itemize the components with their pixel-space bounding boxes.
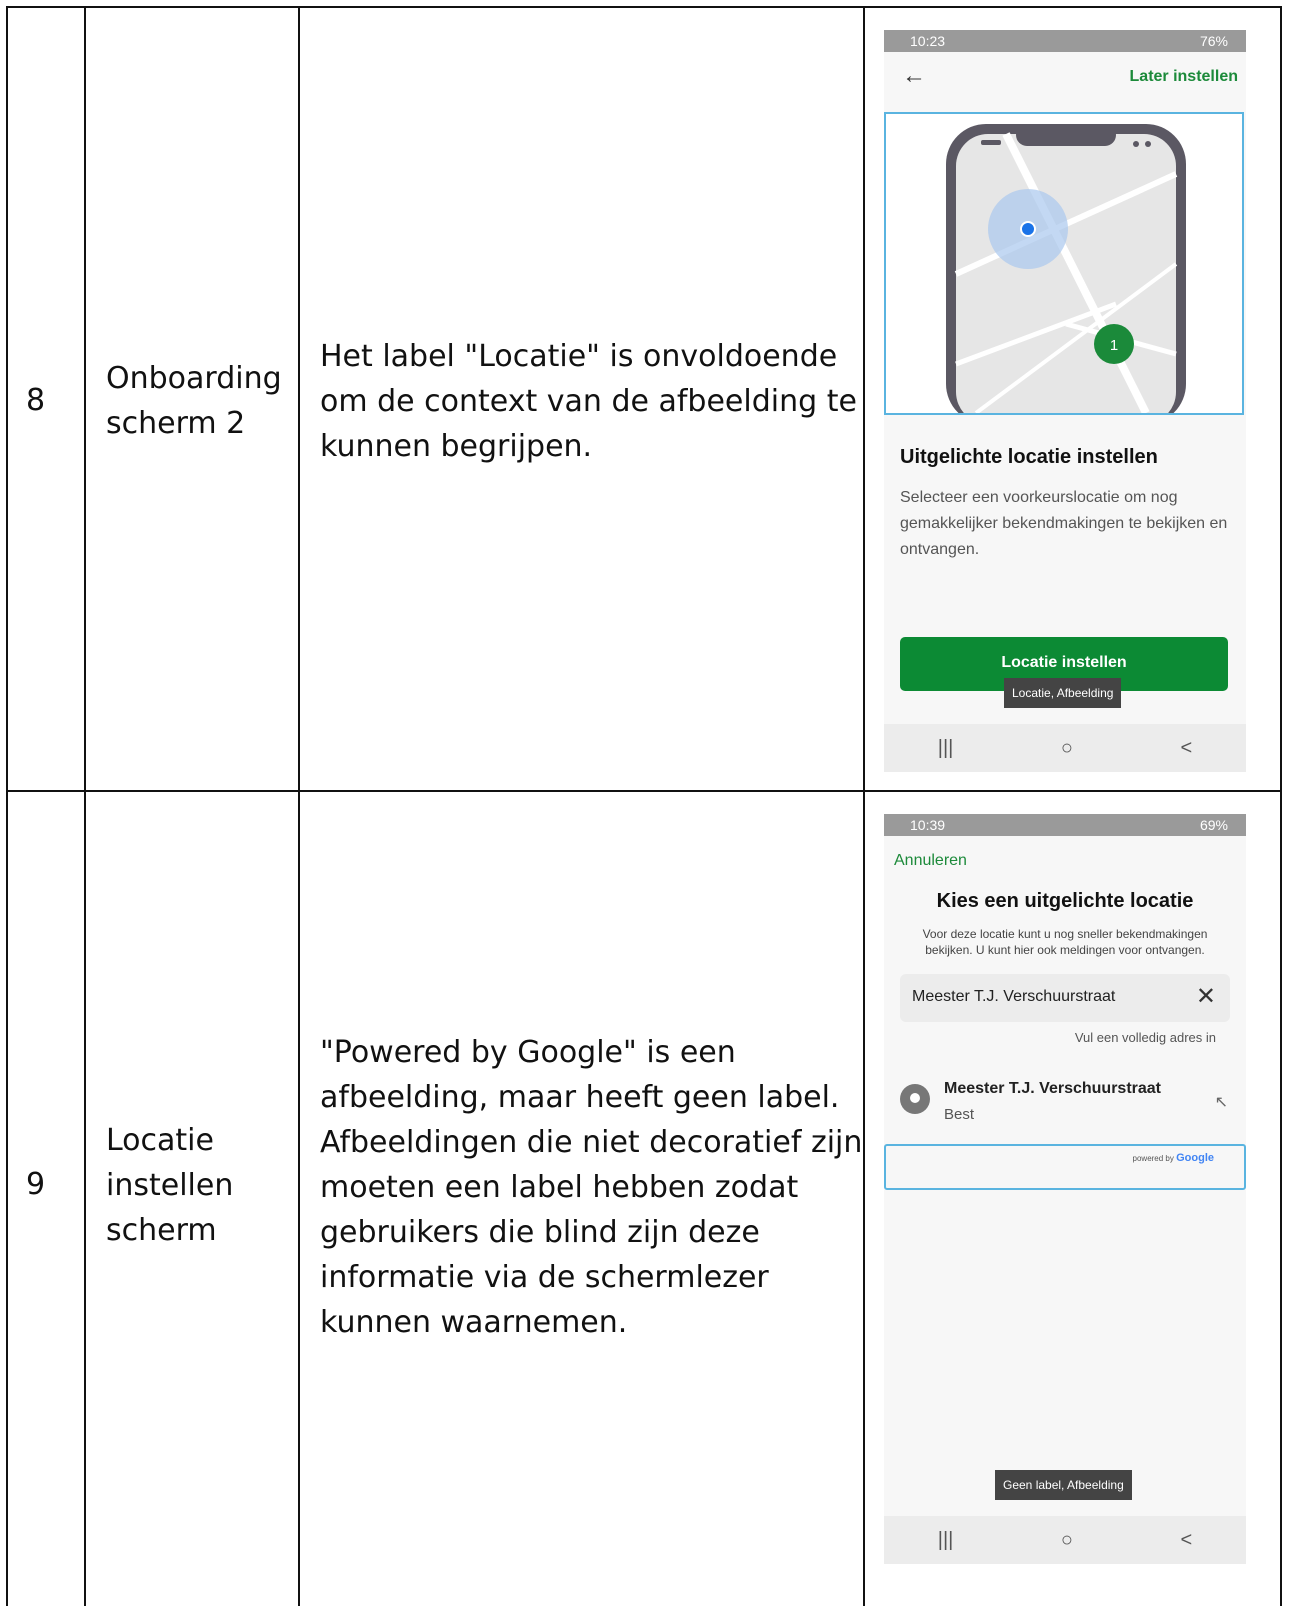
later-button[interactable]: Later instellen <box>1130 68 1238 86</box>
screen-name-line: Onboarding <box>106 361 282 396</box>
status-battery: 69% <box>1199 817 1228 833</box>
screenreader-tooltip: Geen label, Afbeelding <box>995 1470 1132 1500</box>
back-arrow-icon[interactable]: ← <box>902 62 926 90</box>
map-marker-number: 1 <box>1110 337 1118 354</box>
accessibility-table: 8 Onboarding scherm 2 Het label "Locatie… <box>6 6 1282 1606</box>
description-line: "Powered by Google" is een <box>320 1035 736 1070</box>
status-time: 10:23 <box>910 33 946 49</box>
screen-title: Uitgelichte locatie instellen <box>900 446 1158 468</box>
clear-icon[interactable]: ✕ <box>1196 982 1216 1011</box>
row-number: 9 <box>26 1167 46 1202</box>
address-input[interactable]: Meester T.J. Verschuurstraat ✕ <box>900 974 1230 1022</box>
status-bar: 10:39 69% <box>884 814 1246 836</box>
fill-arrow-icon[interactable]: ↖ <box>1215 1092 1228 1112</box>
column-divider <box>84 8 86 1606</box>
google-logo: Google <box>1176 1152 1214 1164</box>
phone-map-illustration: 1 <box>946 124 1186 413</box>
input-hint: Vul een volledig adres in <box>1074 1030 1216 1045</box>
location-pin-icon <box>900 1084 930 1114</box>
status-bar: 10:23 76% <box>884 30 1246 52</box>
screen-name-line: scherm 2 <box>106 406 246 441</box>
row-divider <box>8 790 1280 792</box>
location-illustration[interactable]: 1 <box>884 112 1244 415</box>
recent-apps-icon[interactable]: ||| <box>938 1529 954 1552</box>
powered-by-google-image: powered by Google <box>884 1144 1246 1190</box>
description-line: informatie via de schermlezer <box>320 1260 769 1295</box>
description-line: kunnen begrijpen. <box>320 429 593 464</box>
issue-description: "Powered by Google" is een afbeelding, m… <box>320 1030 862 1345</box>
recent-apps-icon[interactable]: ||| <box>938 737 954 760</box>
suggestion-street: Meester T.J. Verschuurstraat <box>944 1080 1161 1097</box>
screen-name-line: Locatie <box>106 1123 214 1158</box>
screen-name: Locatie instellen scherm <box>106 1118 233 1253</box>
suggestion-city: Best <box>944 1106 975 1123</box>
top-bar: ← Later instellen <box>884 52 1246 112</box>
status-battery: 76% <box>1199 33 1228 49</box>
address-input-value: Meester T.J. Verschuurstraat <box>912 988 1116 1005</box>
description-line: Afbeeldingen die niet decoratief zijn <box>320 1125 863 1160</box>
issue-description: Het label "Locatie" is onvoldoende om de… <box>320 334 857 469</box>
row-number: 8 <box>26 383 46 418</box>
description-line: gebruikers die blind zijn deze <box>320 1215 760 1250</box>
screen-title: Kies een uitgelichte locatie <box>936 890 1194 912</box>
column-divider <box>863 8 865 1606</box>
phone-screenshot: 10:23 76% ← Later instellen 1 Uitgelicht… <box>884 30 1246 772</box>
screen-name-line: scherm <box>106 1213 217 1248</box>
phone-screenshot: 10:39 69% Annuleren Kies een uitgelichte… <box>884 814 1246 1564</box>
description-line: kunnen waarnemen. <box>320 1305 628 1340</box>
home-icon[interactable]: ○ <box>1061 1529 1073 1552</box>
screenreader-tooltip: Locatie, Afbeelding <box>1004 678 1122 708</box>
description-line: afbeelding, maar heeft geen label. <box>320 1080 840 1115</box>
cancel-link[interactable]: Annuleren <box>894 852 967 870</box>
powered-by-text: powered by Google <box>1132 1152 1214 1164</box>
back-nav-icon[interactable]: < <box>1181 737 1193 760</box>
screen-name-line: instellen <box>106 1168 234 1203</box>
android-navbar: ||| ○ < <box>884 724 1246 772</box>
screen-description: Voor deze locatie kunt u nog sneller bek… <box>922 927 1208 957</box>
android-navbar: ||| ○ < <box>884 1516 1246 1564</box>
home-icon[interactable]: ○ <box>1061 737 1073 760</box>
status-time: 10:39 <box>910 817 946 833</box>
column-divider <box>298 8 300 1606</box>
screen-name: Onboarding scherm 2 <box>106 356 282 446</box>
address-suggestion[interactable]: Meester T.J. Verschuurstraat Best ↖ <box>884 1064 1246 1136</box>
back-nav-icon[interactable]: < <box>1181 1529 1193 1552</box>
description-line: Het label "Locatie" is onvoldoende <box>320 339 838 374</box>
description-line: om de context van de afbeelding te <box>320 384 857 419</box>
screen-description: Selecteer een voorkeurslocatie om nog ge… <box>900 489 1228 558</box>
description-line: moeten een label hebben zodat <box>320 1170 799 1205</box>
